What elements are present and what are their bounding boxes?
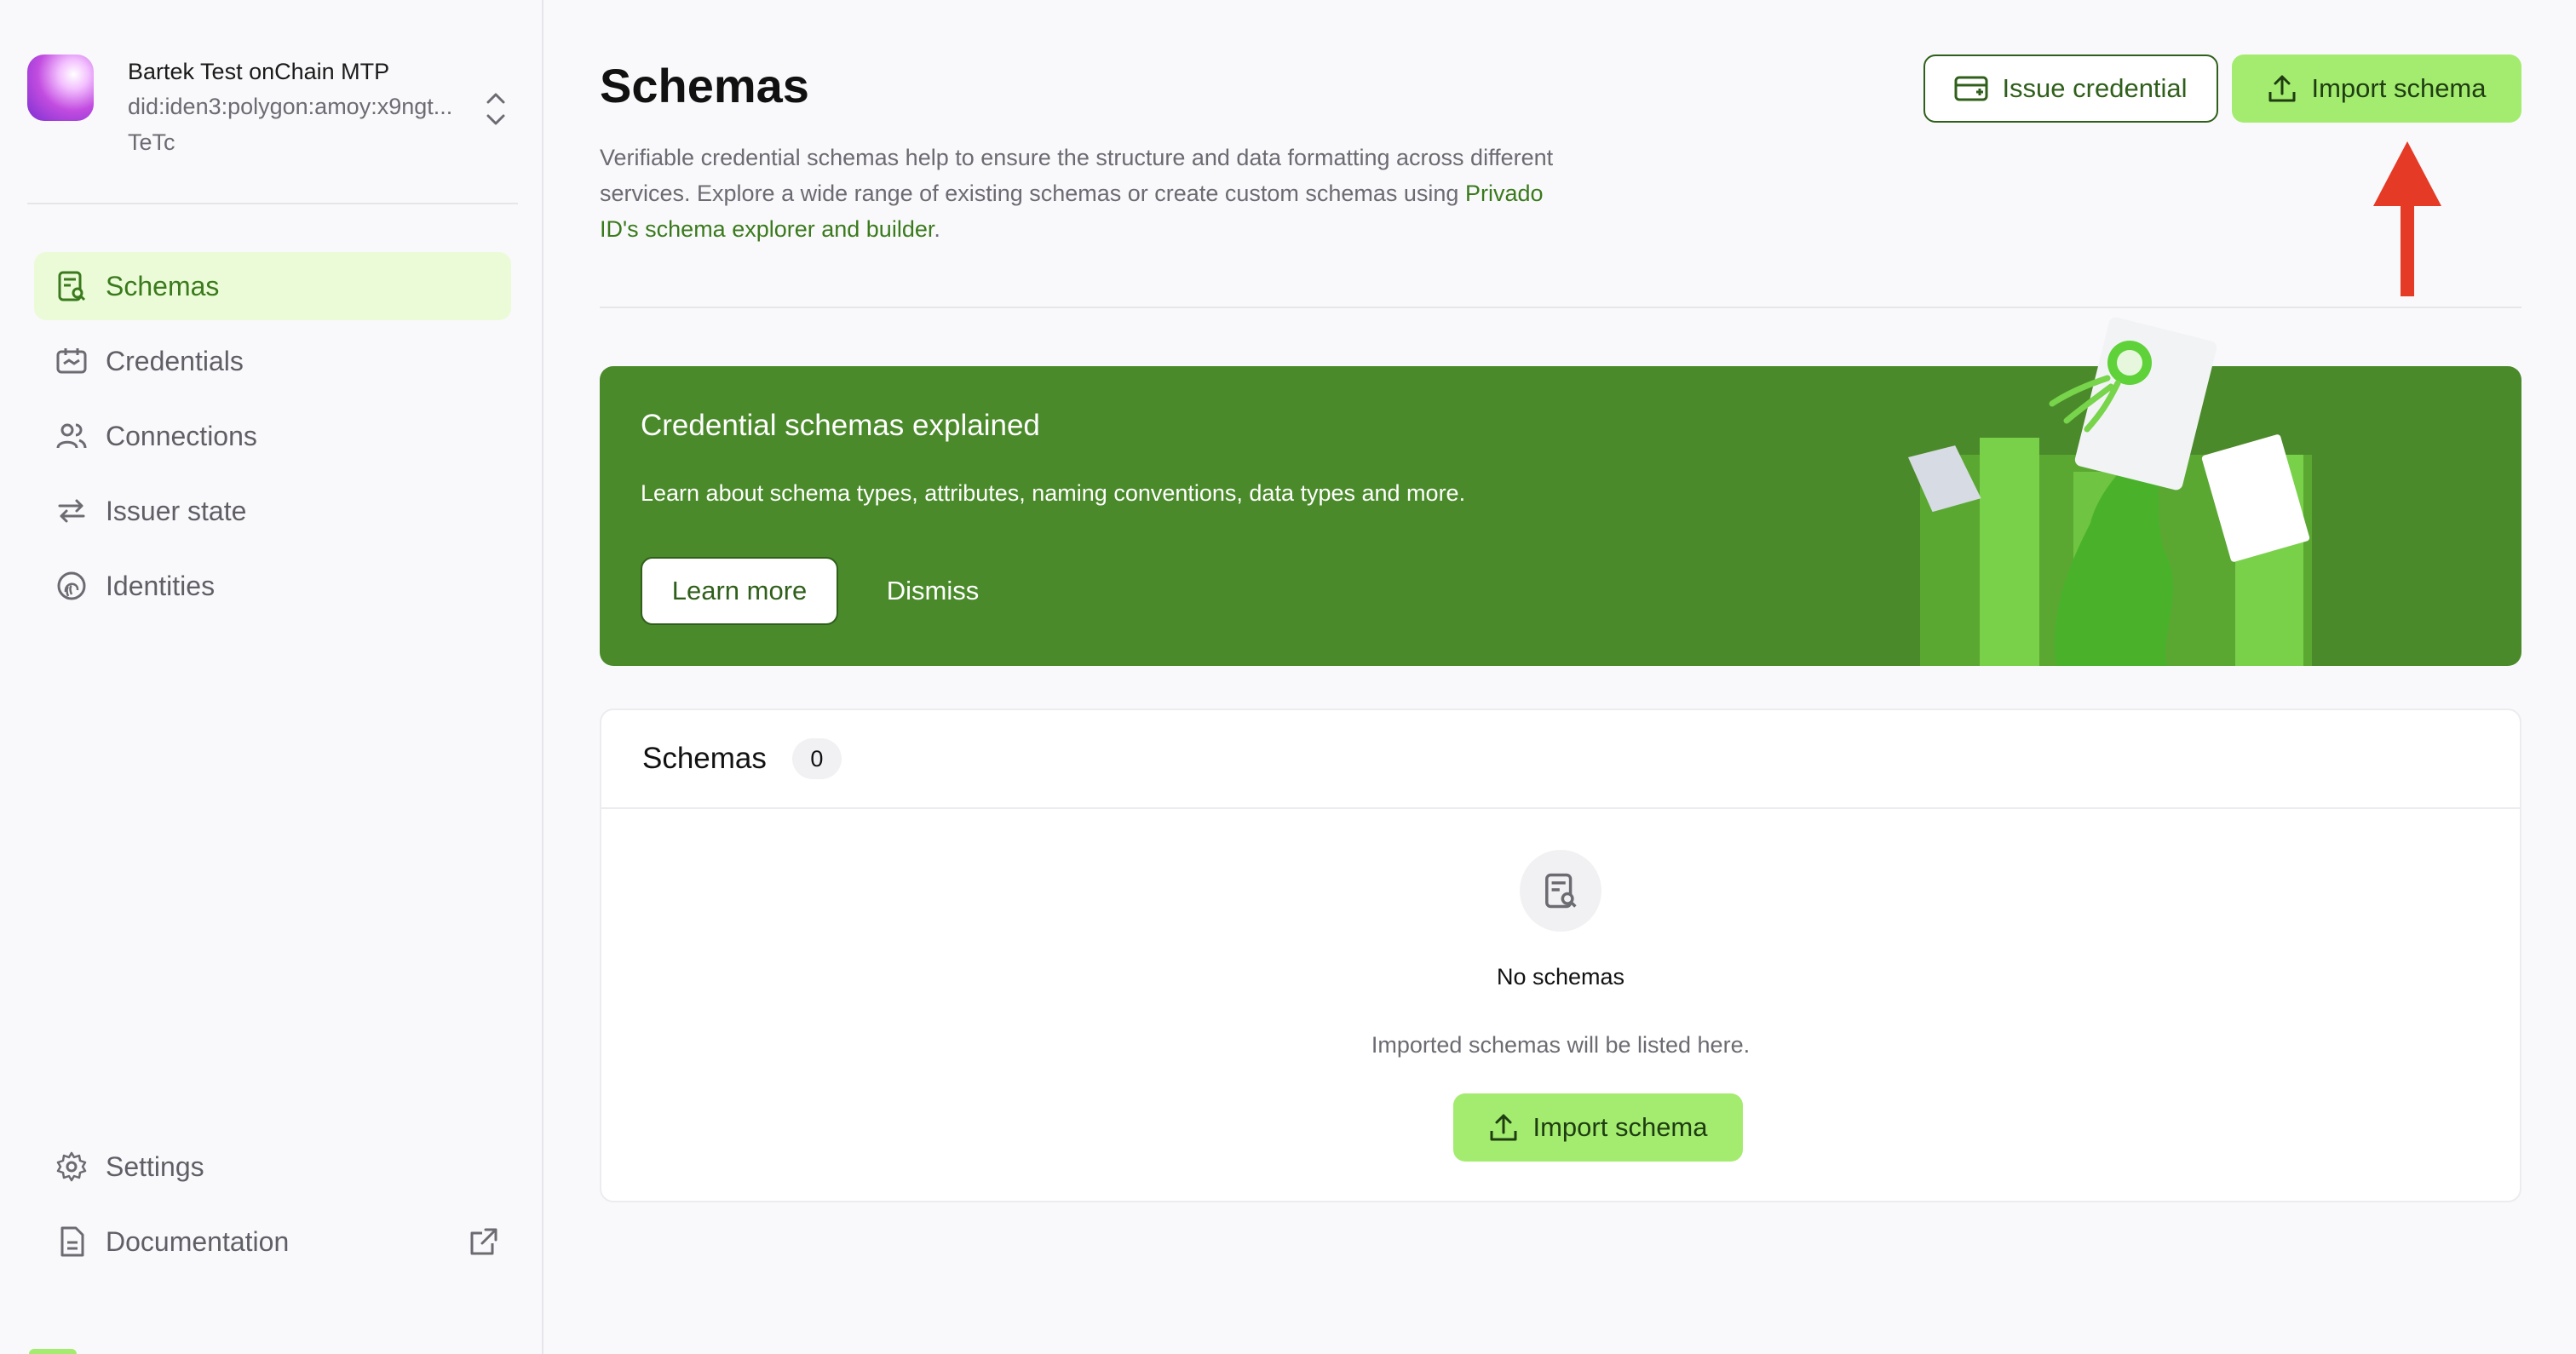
banner-text: Learn about schema types, attributes, na… — [641, 480, 1466, 506]
arrows-swap-icon — [55, 494, 89, 528]
schema-icon — [55, 269, 89, 303]
sidebar-item-connections[interactable]: Connections — [34, 402, 511, 470]
learn-more-button[interactable]: Learn more — [641, 557, 838, 625]
main-content: Schemas Verifiable credential schemas he… — [545, 0, 2576, 1354]
issue-credential-button[interactable]: Issue credential — [1923, 55, 2218, 123]
import-schema-label: Import schema — [2311, 73, 2487, 103]
schemas-count-badge: 0 — [791, 738, 842, 779]
schemas-card: Schemas 0 No schemas Imported schemas wi… — [600, 709, 2521, 1202]
sidebar-item-label: Settings — [106, 1150, 204, 1182]
upload-icon — [2268, 75, 2296, 102]
schemas-card-header: Schemas 0 — [601, 710, 2520, 809]
sidebar-item-documentation[interactable]: Documentation — [34, 1208, 511, 1276]
identity-switcher[interactable]: Bartek Test onChain MTP did:iden3:polygo… — [27, 55, 518, 167]
description-text: Verifiable credential schemas help to en… — [600, 145, 1554, 206]
sidebar-item-label: Identities — [106, 570, 216, 601]
schema-icon — [1520, 850, 1601, 932]
sidebar-item-label: Schemas — [106, 270, 220, 301]
sidebar-nav: Schemas Credentials Connections Issuer s… — [34, 252, 511, 627]
external-link-icon — [470, 1228, 497, 1255]
sidebar-item-issuer-state[interactable]: Issuer state — [34, 477, 511, 545]
identity-did: did:iden3:polygon:amoy:x9ngt...TeTc — [128, 94, 453, 155]
page-description: Verifiable credential schemas help to en… — [600, 140, 1571, 247]
schemas-card-title: Schemas — [642, 742, 767, 775]
dismiss-button[interactable]: Dismiss — [877, 557, 988, 625]
sidebar-bottom-nav: Settings Documentation — [34, 1133, 511, 1282]
fingerprint-icon — [55, 569, 89, 603]
import-schema-button[interactable]: Import schema — [2232, 55, 2521, 123]
sidebar-item-label: Credentials — [106, 345, 244, 376]
empty-state-title: No schemas — [1496, 964, 1625, 990]
identity-name: Bartek Test onChain MTP — [128, 59, 390, 84]
sidebar-item-identities[interactable]: Identities — [34, 552, 511, 620]
sidebar: Bartek Test onChain MTP did:iden3:polygo… — [0, 0, 543, 1354]
document-icon — [55, 1225, 89, 1259]
import-schema-empty-button[interactable]: Import schema — [1453, 1093, 1743, 1162]
sidebar-item-credentials[interactable]: Credentials — [34, 327, 511, 395]
identity-avatar — [27, 55, 94, 121]
upload-icon — [1490, 1114, 1517, 1141]
sidebar-item-label: Documentation — [106, 1225, 290, 1257]
empty-state: No schemas Imported schemas will be list… — [601, 809, 2520, 1202]
import-schema-empty-label: Import schema — [1532, 1112, 1708, 1142]
empty-state-text: Imported schemas will be listed here. — [1371, 1032, 1751, 1058]
sidebar-divider — [27, 203, 518, 204]
annotation-arrow-icon — [2373, 141, 2441, 296]
issue-credential-label: Issue credential — [2002, 73, 2188, 103]
page-title: Schemas — [600, 59, 809, 112]
banner-title: Credential schemas explained — [641, 409, 1040, 442]
sidebar-footer-indicator — [29, 1349, 77, 1354]
credential-add-icon — [1954, 76, 1988, 101]
gear-icon — [55, 1150, 89, 1184]
sidebar-item-settings[interactable]: Settings — [34, 1133, 511, 1201]
info-banner: Credential schemas explained Learn about… — [600, 317, 2521, 666]
hand-credential-illustration-icon — [1908, 317, 2312, 666]
users-icon — [55, 419, 89, 453]
credential-icon — [55, 344, 89, 378]
sidebar-item-schemas[interactable]: Schemas — [34, 252, 511, 320]
sidebar-item-label: Connections — [106, 420, 257, 451]
description-suffix: . — [934, 216, 940, 242]
chevron-up-down-icon[interactable] — [480, 85, 511, 133]
sidebar-item-label: Issuer state — [106, 495, 247, 526]
